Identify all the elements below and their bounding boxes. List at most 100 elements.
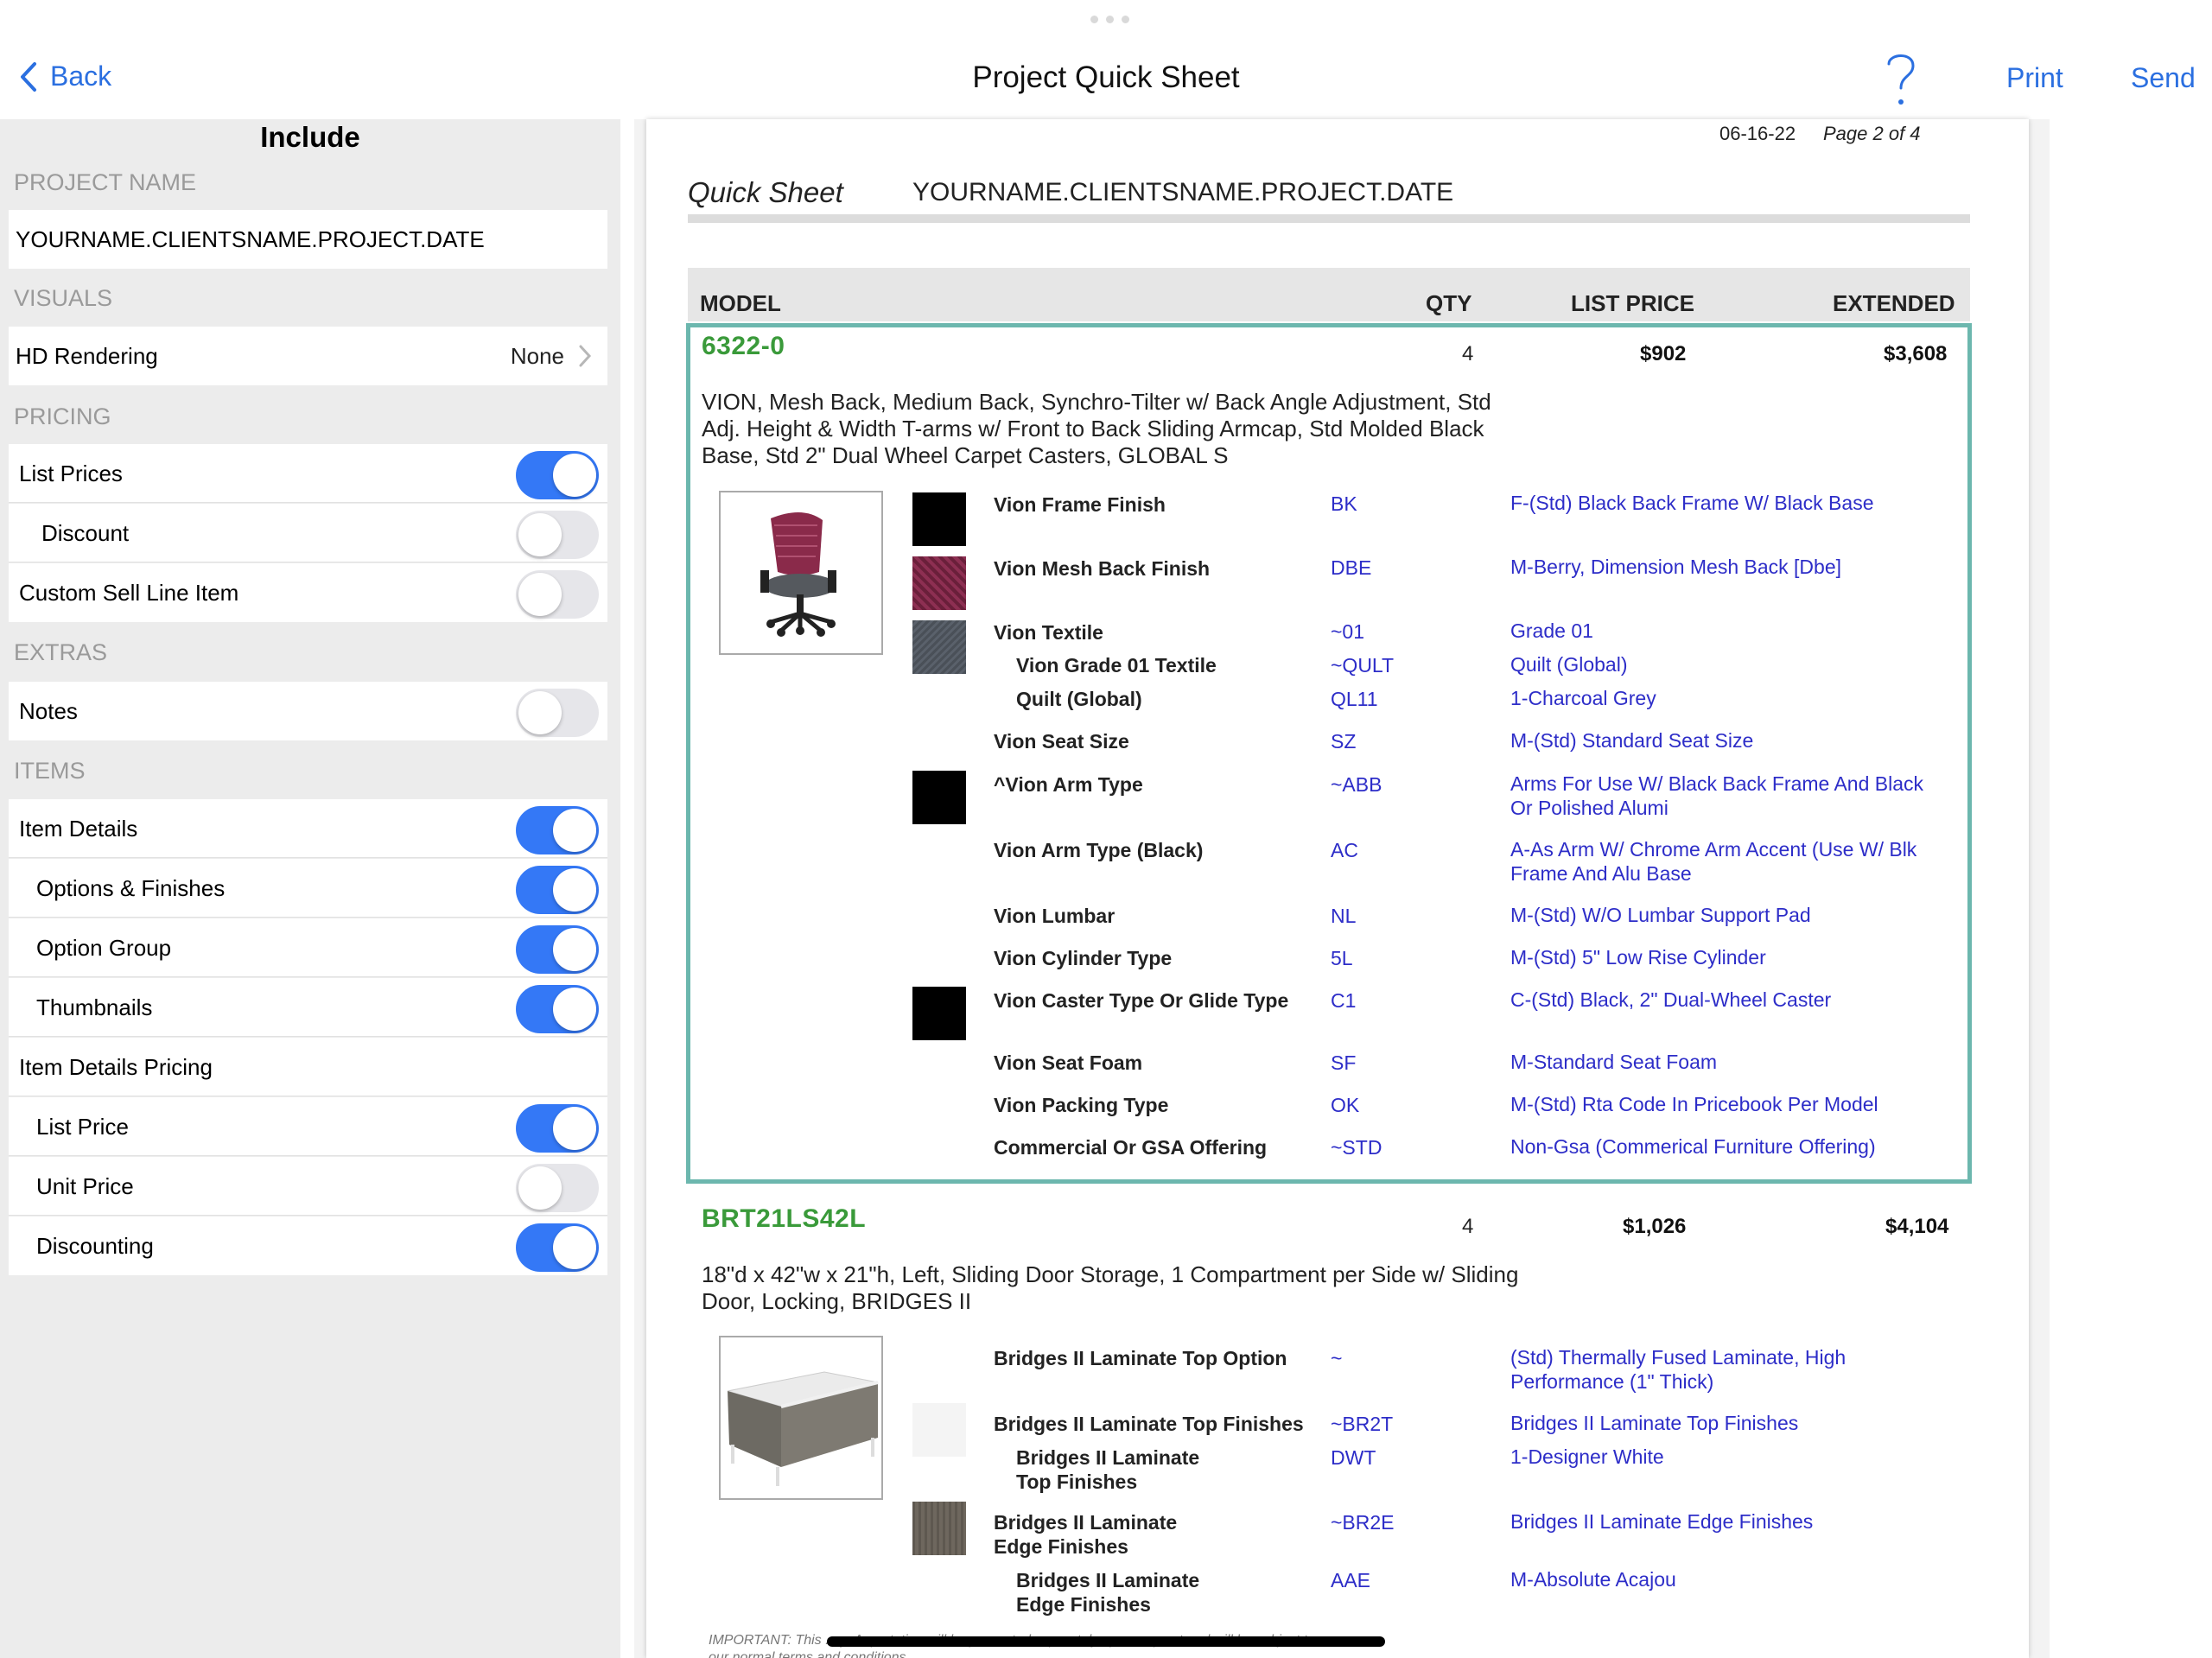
item2-opt-code: ~ (1331, 1347, 1343, 1369)
notes-label: Notes (19, 697, 78, 724)
swatch-black-caster (912, 987, 966, 1040)
item-details-label: Item Details (19, 815, 138, 842)
col-list-price: LIST PRICE (1571, 290, 1695, 316)
item1-opt-value-cont: Or Polished Alumi (1510, 797, 1669, 819)
home-indicator[interactable] (827, 1636, 1385, 1647)
custom-sell-toggle[interactable] (516, 570, 599, 619)
project-name-value: YOURNAME.CLIENTSNAME.PROJECT.DATE (16, 226, 485, 252)
item-details-toggle[interactable] (516, 806, 599, 854)
section-project-name: PROJECT NAME (14, 169, 197, 195)
item2-opt-name: Bridges II Laminate (994, 1511, 1178, 1534)
thumbnails-toggle[interactable] (516, 985, 599, 1033)
item1-opt-value: Non-Gsa (Commerical Furniture Offering) (1510, 1135, 1876, 1158)
discounting-toggle[interactable] (516, 1223, 599, 1272)
item1-model: 6322-0 (702, 332, 785, 360)
item2-opt-value: 1-Designer White (1510, 1445, 1664, 1468)
col-extended: EXTENDED (1833, 290, 1955, 316)
list-price-toggle[interactable] (516, 1104, 599, 1153)
item1-opt-name: Vion Caster Type Or Glide Type (994, 989, 1289, 1012)
item1-opt-name: Vion Lumbar (994, 905, 1116, 927)
item1-opt-value: M-(Std) 5" Low Rise Cylinder (1510, 946, 1766, 969)
notes-toggle[interactable] (516, 689, 599, 737)
item1-opt-value-cont: Frame And Alu Base (1510, 862, 1692, 885)
item1-opt-value: C-(Std) Black, 2" Dual-Wheel Caster (1510, 988, 1832, 1011)
item2-opt-value-cont: Performance (1" Thick) (1510, 1370, 1714, 1393)
col-model: MODEL (700, 290, 781, 316)
item1-opt-value: M-Berry, Dimension Mesh Back [Dbe] (1510, 556, 1842, 578)
thumbnails-row: Thumbnails (9, 978, 607, 1037)
custom-sell-row: Custom Sell Line Item (9, 563, 607, 622)
swatch-berry-mesh (912, 556, 966, 610)
item1-opt-value: M-(Std) Rta Code In Pricebook Per Model (1510, 1093, 1878, 1115)
item2-opt-value: Bridges II Laminate Top Finishes (1510, 1412, 1799, 1434)
send-button[interactable]: Send (2131, 62, 2196, 94)
header-rule (688, 214, 1970, 223)
section-items: ITEMS (14, 758, 86, 784)
option-group-row: Option Group (9, 918, 607, 977)
right-margin (2050, 119, 2212, 1658)
item1-opt-value: Arms For Use W/ Black Back Frame And Bla… (1510, 772, 1924, 795)
item1-opt-code: NL (1331, 905, 1357, 927)
project-name-field[interactable]: YOURNAME.CLIENTSNAME.PROJECT.DATE (9, 210, 607, 269)
doc-page-number: Page 2 of 4 (1823, 123, 1921, 144)
question-mark-icon (1887, 54, 1915, 105)
hd-rendering-row[interactable]: HD Rendering None (9, 327, 607, 385)
item2-opt-value: Bridges II Laminate Edge Finishes (1510, 1510, 1814, 1533)
item-details-pricing-label: Item Details Pricing (19, 1053, 213, 1080)
swatch-black-frame (912, 492, 966, 546)
section-visuals: VISUALS (14, 285, 113, 311)
help-button[interactable] (1884, 48, 1918, 113)
item1-thumbnail (719, 491, 883, 655)
item1-desc-line1: VION, Mesh Back, Medium Back, Synchro-Ti… (702, 389, 1491, 415)
item1-opt-value: 1-Charcoal Grey (1510, 687, 1656, 709)
item1-opt-code: ~QULT (1331, 654, 1395, 677)
quick-sheet-page[interactable]: 06-16-22 Page 2 of 4 Quick Sheet YOURNAM… (646, 119, 2029, 1658)
item1-opt-name: Vion Cylinder Type (994, 947, 1173, 969)
option-group-toggle[interactable] (516, 925, 599, 974)
item1-opt-name: Vion Mesh Back Finish (994, 557, 1211, 580)
hd-rendering-value: None (510, 342, 564, 369)
swatch-black-arm (912, 771, 966, 824)
item1-opt-code: BK (1331, 492, 1357, 515)
unit-price-toggle[interactable] (516, 1164, 599, 1212)
item1-desc-line2: Adj. Height & Width T-arms w/ Front to B… (702, 416, 1484, 441)
item1-opt-code: ~ABB (1331, 773, 1382, 796)
thumbnails-label: Thumbnails (36, 994, 153, 1020)
list-price-row: List Price (9, 1097, 607, 1156)
item1-extended: $3,608 (1884, 342, 1948, 365)
swatch-designer-white (912, 1403, 966, 1457)
footnote-line2: our normal terms and conditions. (709, 1650, 910, 1658)
item2-model[interactable]: BRT21LS42L (702, 1204, 866, 1234)
item1-opt-name: Vion Arm Type (Black) (994, 839, 1204, 861)
item2-opt-name-cont: Top Finishes (1016, 1471, 1138, 1493)
options-finishes-toggle[interactable] (516, 866, 599, 914)
page-title: Project Quick Sheet (972, 60, 1240, 94)
item2-opt-name: Bridges II Laminate (1016, 1569, 1200, 1591)
item1-opt-code: ~01 (1331, 620, 1365, 643)
discounting-row: Discounting (9, 1217, 607, 1275)
options-finishes-label: Options & Finishes (36, 874, 226, 901)
item2-desc-line2: Door, Locking, BRIDGES II (702, 1288, 972, 1314)
item1-opt-name: Vion Grade 01 Textile (1016, 654, 1217, 677)
nav-bar: Back Project Quick Sheet Print Send (0, 0, 2212, 121)
section-pricing: PRICING (14, 403, 111, 429)
storage-credenza-image (727, 1371, 879, 1486)
item2-opt-value: M-Absolute Acajou (1510, 1568, 1676, 1591)
item2-opt-name-cont: Edge Finishes (1016, 1593, 1151, 1616)
discount-row: Discount (9, 504, 607, 562)
list-prices-toggle[interactable] (516, 451, 599, 499)
item1-opt-value: Grade 01 (1510, 619, 1593, 642)
item2-opt-name: Bridges II Laminate Top Option (994, 1347, 1287, 1369)
section-extras: EXTRAS (14, 639, 108, 665)
discount-toggle[interactable] (516, 511, 599, 559)
print-button[interactable]: Print (2006, 62, 2063, 94)
item1-opt-code: 5L (1331, 947, 1353, 969)
list-price-label: List Price (36, 1113, 129, 1140)
item1-opt-name: Vion Seat Foam (994, 1051, 1143, 1074)
item2-opt-code: ~BR2T (1331, 1413, 1394, 1435)
discount-label: Discount (41, 519, 130, 546)
item2-opt-code: ~BR2E (1331, 1511, 1395, 1534)
item1-list-price: $902 (1640, 342, 1687, 365)
item-details-row: Item Details (9, 799, 607, 858)
chevron-right-icon (579, 345, 592, 367)
